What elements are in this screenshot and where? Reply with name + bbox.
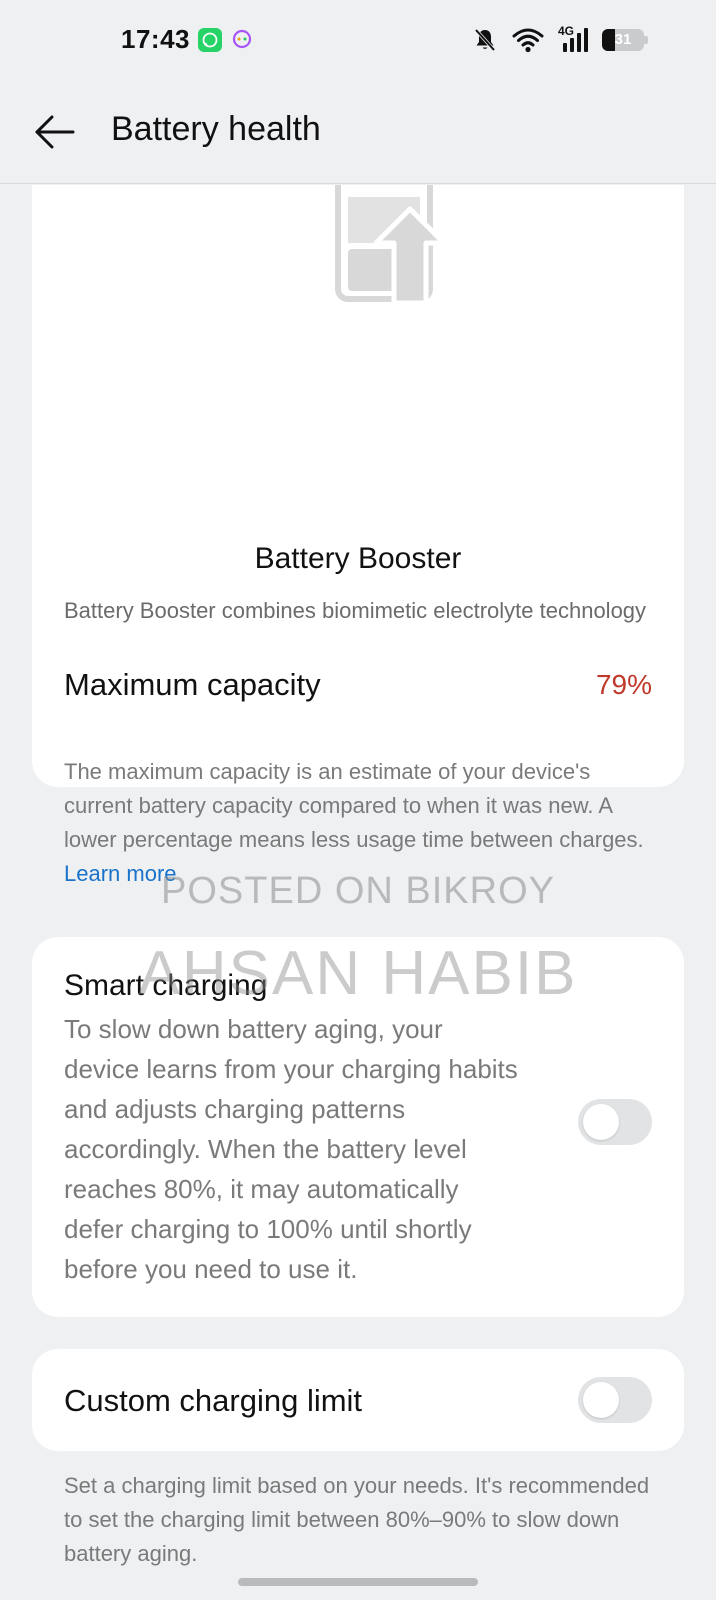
custom-charging-limit-description: Set a charging limit based on your needs… — [64, 1473, 650, 1566]
app-header: Battery health — [0, 80, 716, 184]
smart-charging-toggle[interactable] — [578, 1099, 652, 1145]
custom-charging-limit-toggle[interactable] — [578, 1377, 652, 1423]
battery-percent: 31 — [614, 31, 632, 48]
custom-charging-limit-title: Custom charging limit — [64, 1383, 363, 1418]
wifi-icon — [512, 27, 544, 53]
mute-bell-icon — [472, 27, 498, 53]
watermark-line-1: POSTED ON BIKROY — [161, 870, 555, 912]
signal-4g-icon: 4G — [558, 24, 588, 54]
status-time: 17:43 — [121, 24, 190, 54]
battery-indicator: 31 — [602, 29, 648, 51]
capacity-label: Maximum capacity — [64, 667, 321, 702]
whatsapp-icon — [198, 28, 222, 52]
booster-title: Battery Booster — [254, 542, 462, 575]
smart-charging-description: To slow down battery aging, your device … — [64, 1014, 518, 1284]
capacity-description-text: The maximum capacity is an estimate of y… — [64, 759, 644, 852]
back-arrow-icon — [35, 115, 75, 149]
home-indicator[interactable] — [238, 1578, 478, 1586]
page-title: Battery health — [111, 110, 321, 148]
maximum-capacity-row: Maximum capacity 79% — [32, 633, 684, 737]
toggle-knob — [583, 1382, 619, 1418]
back-button[interactable] — [30, 108, 78, 156]
battery-booster-icon — [312, 185, 462, 306]
toggle-knob — [583, 1104, 619, 1140]
custom-charging-limit-row[interactable]: Custom charging limit — [32, 1349, 684, 1451]
capacity-value: 79% — [595, 669, 652, 700]
messenger-icon — [230, 28, 254, 52]
watermark-line-2: AHSAN HABIB — [138, 939, 578, 1008]
status-indicators: 4G 31 — [472, 24, 648, 54]
status-bar: 17:43 4G 31 — [0, 0, 716, 80]
